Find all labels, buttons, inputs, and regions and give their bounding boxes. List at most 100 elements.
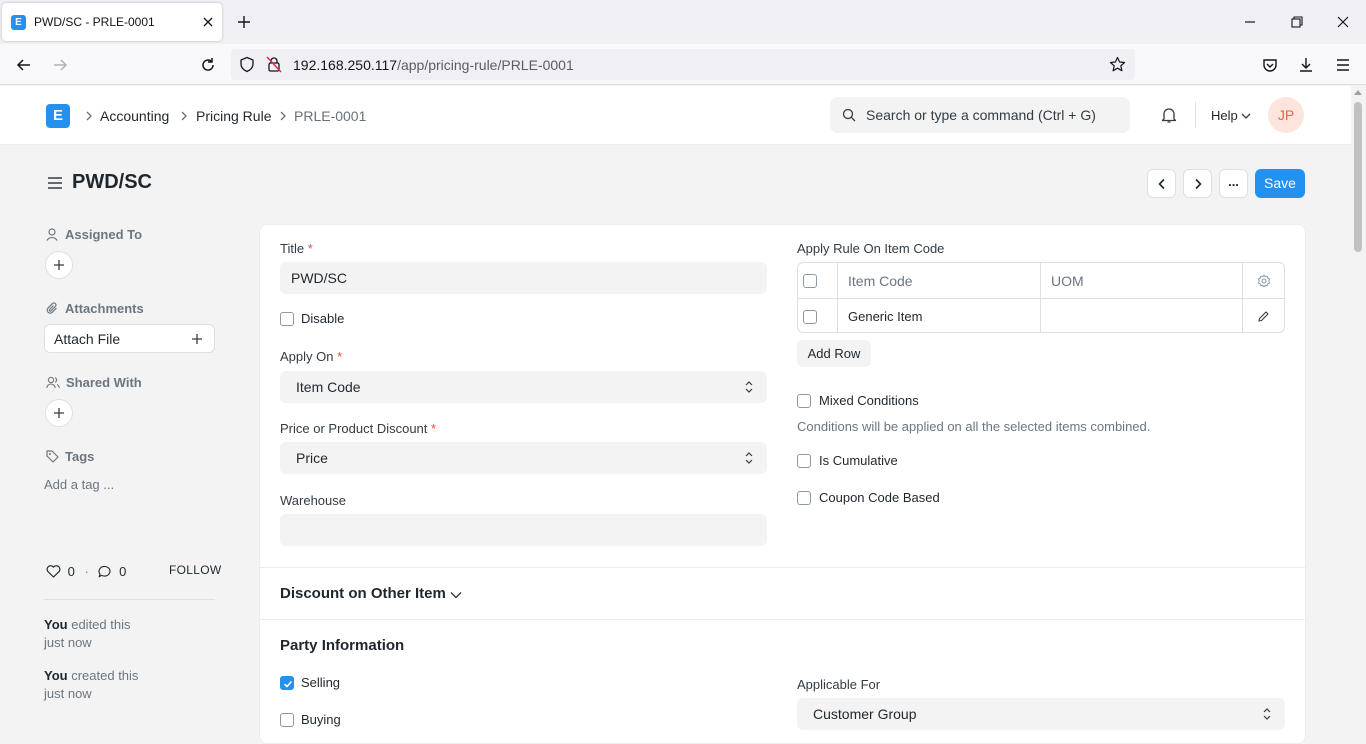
apply-rule-label: Apply Rule On Item Code xyxy=(797,241,945,256)
activity-item: You edited this just now xyxy=(44,616,154,652)
select-arrows-icon xyxy=(745,381,753,393)
download-icon[interactable] xyxy=(1297,56,1315,74)
insecure-lock-icon[interactable] xyxy=(266,56,282,73)
bookmark-star-icon[interactable] xyxy=(1109,56,1126,73)
awesomebar-search[interactable]: Search or type a command (Ctrl + G) xyxy=(830,97,1130,133)
chevron-down-icon[interactable] xyxy=(1241,112,1251,120)
buying-checkbox[interactable] xyxy=(280,713,294,727)
next-doc-button[interactable] xyxy=(1183,169,1212,198)
table-row[interactable]: Generic Item xyxy=(798,298,1284,333)
applicable-for-label: Applicable For xyxy=(797,677,881,692)
close-tab-icon[interactable] xyxy=(200,14,216,30)
price-discount-select[interactable]: Price xyxy=(280,442,767,474)
mixed-conditions-label: Mixed Conditions xyxy=(819,393,919,408)
plus-icon xyxy=(192,334,202,344)
chevron-down-icon[interactable] xyxy=(449,590,463,600)
pocket-icon[interactable] xyxy=(1261,56,1279,74)
cell-item-code-text: Generic Item xyxy=(848,309,923,324)
user-icon xyxy=(46,228,58,241)
add-assignee-button[interactable] xyxy=(45,251,73,279)
url-text: 192.168.250.117/app/pricing-rule/PRLE-00… xyxy=(293,57,574,73)
add-row-button[interactable]: Add Row xyxy=(797,340,871,367)
app-menu-icon[interactable] xyxy=(1334,56,1352,74)
minimize-icon[interactable] xyxy=(1242,14,1258,30)
comment-count: 0 xyxy=(119,564,127,580)
breadcrumb-pricing-rule[interactable]: Pricing Rule xyxy=(196,108,271,124)
breadcrumb-current[interactable]: PRLE-0001 xyxy=(294,108,366,124)
app-logo[interactable]: E xyxy=(46,104,70,128)
breadcrumb-accounting[interactable]: Accounting xyxy=(100,108,169,124)
apply-on-select[interactable]: Item Code xyxy=(280,371,767,403)
page-title: PWD/SC xyxy=(72,171,152,193)
mixed-conditions-checkbox[interactable] xyxy=(797,394,811,408)
shield-icon[interactable] xyxy=(239,56,255,73)
section-discount-other-item[interactable]: Discount on Other Item xyxy=(280,585,446,602)
row-checkbox[interactable] xyxy=(803,310,817,324)
plus-icon xyxy=(54,408,64,418)
help-dropdown[interactable]: Help xyxy=(1211,108,1238,123)
attachments-label: Attachments xyxy=(46,301,144,316)
browser-tab[interactable]: E PWD/SC - PRLE-0001 xyxy=(2,3,222,41)
attach-file-label: Attach File xyxy=(54,331,121,347)
favicon-icon: E xyxy=(11,15,26,30)
dot-separator: · xyxy=(84,564,89,580)
scroll-thumb[interactable] xyxy=(1354,102,1362,252)
activity-item: You created this just now xyxy=(44,667,154,703)
comment-icon[interactable] xyxy=(98,565,112,578)
plus-icon xyxy=(54,260,64,270)
cell-uom[interactable] xyxy=(1041,299,1243,333)
heart-icon[interactable] xyxy=(46,565,61,578)
cell-item-code[interactable]: Generic Item xyxy=(838,299,1041,333)
activity-time: just now xyxy=(44,686,92,701)
tab-title: PWD/SC - PRLE-0001 xyxy=(34,15,155,29)
title-input[interactable]: PWD/SC xyxy=(280,262,767,294)
close-window-icon[interactable] xyxy=(1335,14,1351,30)
is-cumulative-checkbox[interactable] xyxy=(797,454,811,468)
grid-settings-cell xyxy=(1243,263,1284,298)
disable-checkbox[interactable] xyxy=(280,312,294,326)
applicable-for-select[interactable]: Customer Group xyxy=(797,698,1285,730)
attach-file-button[interactable]: Attach File xyxy=(44,324,215,353)
follow-button[interactable]: FOLLOW xyxy=(169,563,221,577)
activity-actor: You xyxy=(44,617,68,632)
activity-time: just now xyxy=(44,635,92,650)
like-count: 0 xyxy=(67,564,75,580)
disable-label: Disable xyxy=(301,311,345,326)
url-host: 192.168.250.117 xyxy=(293,57,398,73)
reload-icon[interactable] xyxy=(199,56,217,74)
back-icon[interactable] xyxy=(15,56,33,74)
header-divider xyxy=(1195,102,1196,128)
required-indicator: * xyxy=(337,349,343,364)
forward-icon[interactable] xyxy=(51,56,69,74)
sidebar-toggle-icon[interactable] xyxy=(47,176,63,190)
save-button[interactable]: Save xyxy=(1255,169,1305,198)
coupon-code-checkbox[interactable] xyxy=(797,491,811,505)
add-tag-link[interactable]: Add a tag ... xyxy=(44,477,114,492)
edit-pencil-icon[interactable] xyxy=(1257,310,1270,323)
url-path: /app/pricing-rule/PRLE-0001 xyxy=(397,57,574,73)
select-all-checkbox[interactable] xyxy=(803,274,817,288)
page-scrollbar[interactable] xyxy=(1351,86,1366,721)
scroll-up-arrow-icon[interactable] xyxy=(1354,90,1362,95)
row-edit-cell xyxy=(1243,299,1284,333)
activity-action: edited this xyxy=(71,617,131,632)
warehouse-input[interactable] xyxy=(280,514,767,546)
more-actions-button[interactable]: ... xyxy=(1219,169,1248,198)
select-all-cell xyxy=(798,263,838,298)
user-avatar[interactable]: JP xyxy=(1268,97,1304,133)
item-code-table: Item Code UOM Generic Item xyxy=(797,262,1285,333)
notification-bell-icon[interactable] xyxy=(1160,106,1178,124)
apply-on-label-text: Apply On xyxy=(280,349,334,364)
new-tab-icon[interactable] xyxy=(236,14,252,30)
gear-icon[interactable] xyxy=(1257,274,1271,288)
restore-icon[interactable] xyxy=(1289,14,1305,30)
add-share-button[interactable] xyxy=(45,399,73,427)
selling-checkbox[interactable] xyxy=(280,676,294,690)
search-icon xyxy=(842,108,856,122)
url-bar[interactable]: 192.168.250.117/app/pricing-rule/PRLE-00… xyxy=(231,49,1135,80)
users-icon xyxy=(46,376,60,389)
previous-doc-button[interactable] xyxy=(1147,169,1176,198)
applicable-for-value: Customer Group xyxy=(813,706,917,722)
buying-label: Buying xyxy=(301,712,341,727)
mixed-conditions-description: Conditions will be applied on all the se… xyxy=(797,419,1151,434)
